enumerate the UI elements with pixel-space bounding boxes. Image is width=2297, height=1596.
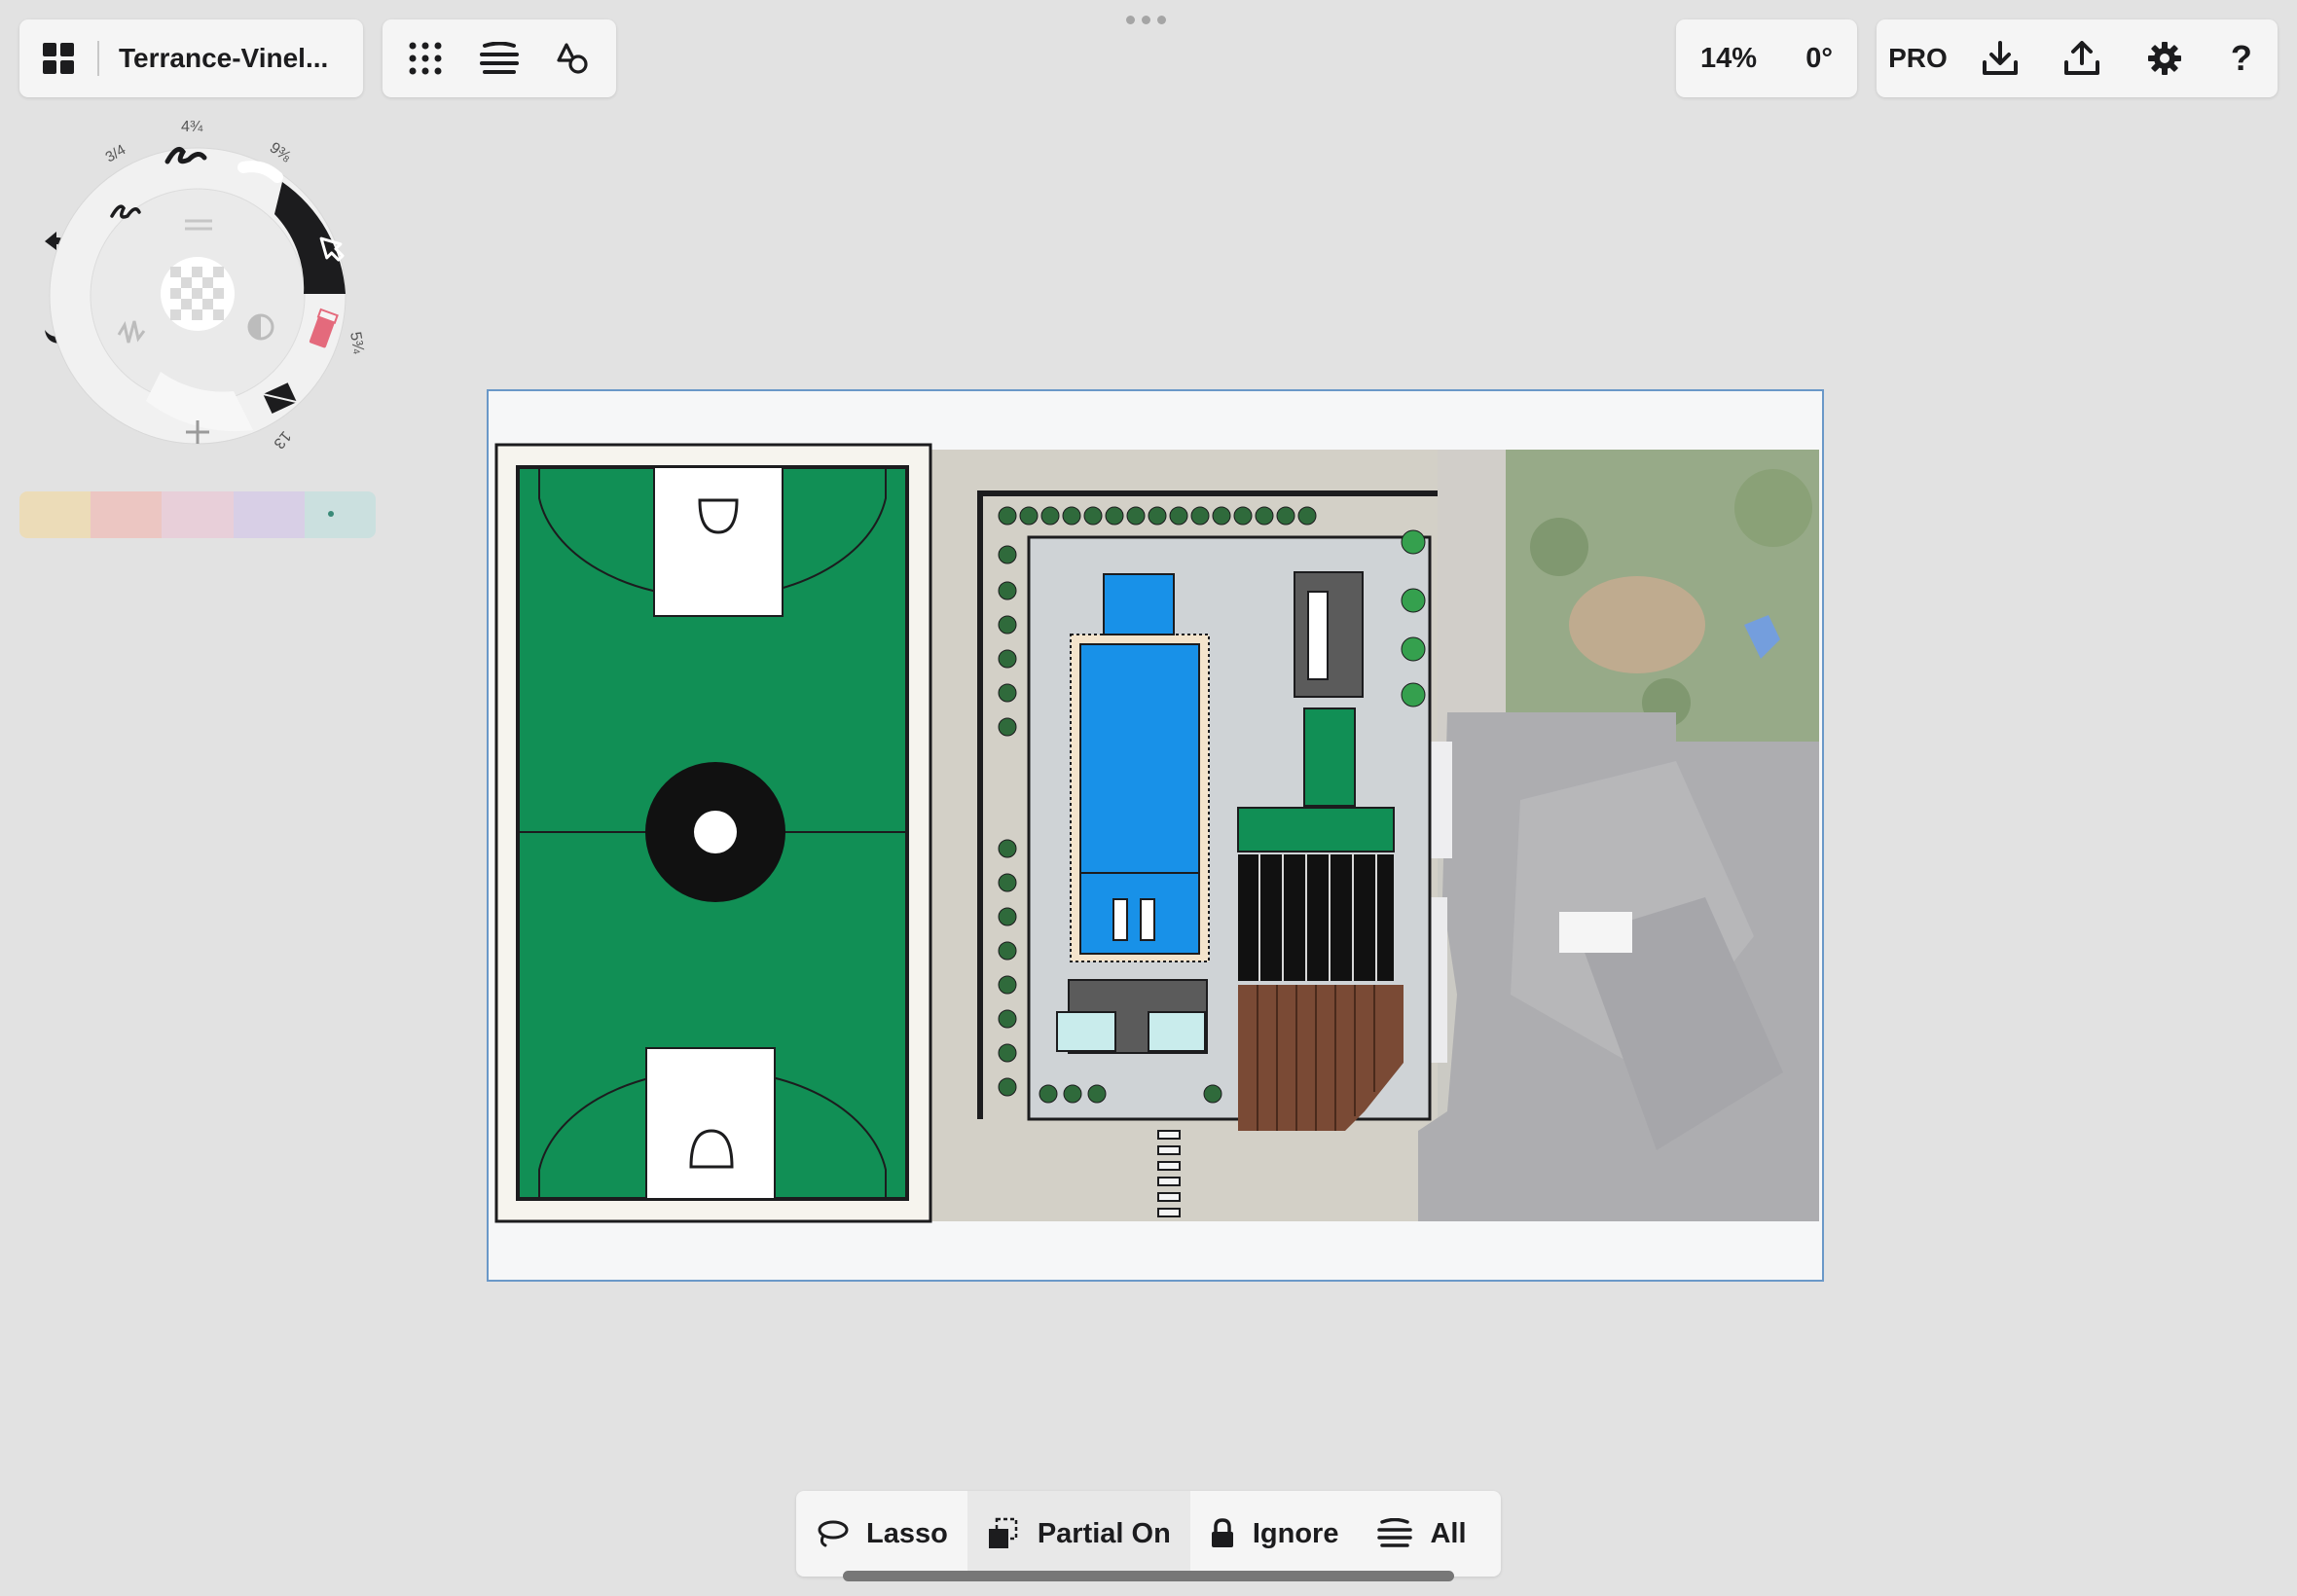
palette-swatch-1[interactable] <box>19 491 91 538</box>
pen-size-label: 3/4 <box>103 141 129 165</box>
title-divider <box>97 41 99 76</box>
active-swatch-dot <box>327 511 334 517</box>
palette-swatch-5[interactable] <box>304 491 376 538</box>
partial-select-icon <box>988 1517 1018 1548</box>
layers-stack-icon <box>1377 1518 1413 1547</box>
palette-swatch-3[interactable] <box>162 491 234 538</box>
actions-panel: PRO ? <box>1877 19 2278 97</box>
shapes-button[interactable] <box>539 24 607 92</box>
eraser-size-label: 5¾ <box>346 331 367 356</box>
palette-swatch-2[interactable] <box>91 491 163 538</box>
ignore-label: Ignore <box>1252 1517 1339 1549</box>
grid-icon <box>43 43 74 74</box>
rotation-angle[interactable]: 0° <box>1805 43 1833 75</box>
fill-size-label: 13 <box>270 427 294 452</box>
document-title[interactable]: Terrance-Vinel... <box>119 43 328 74</box>
zoom-panel: 14% 0° <box>1676 19 1857 97</box>
marker-size-label: 4¾ <box>181 119 203 135</box>
color-palette <box>19 491 376 538</box>
basketball-court[interactable] <box>494 443 932 1223</box>
lasso-label: Lasso <box>866 1517 948 1549</box>
layers-icon <box>480 42 519 74</box>
lasso-icon <box>818 1520 849 1547</box>
zoom-level[interactable]: 14% <box>1700 43 1757 75</box>
partial-on-label: Partial On <box>1037 1517 1171 1549</box>
scroll-indicator[interactable] <box>843 1571 1454 1581</box>
question-mark-icon: ? <box>2230 38 2252 78</box>
ignore-button[interactable]: Ignore <box>1190 1491 1359 1577</box>
tool-wheel: 3/4 4¾ 9⅜ 5¾ 13 <box>49 119 367 452</box>
transparency-swatch[interactable] <box>161 257 235 331</box>
help-button[interactable]: ? <box>2217 24 2266 92</box>
download-icon <box>1983 41 2019 75</box>
layers-button[interactable] <box>465 24 533 92</box>
pool-area[interactable] <box>977 490 1438 1217</box>
dot-grid-icon <box>409 42 442 75</box>
shapes-icon <box>557 43 588 74</box>
lock-icon <box>1211 1518 1233 1547</box>
grid-dots-button[interactable] <box>391 24 459 92</box>
export-button[interactable] <box>2053 24 2111 92</box>
import-button[interactable] <box>1971 24 2029 92</box>
pro-button[interactable]: PRO <box>1888 43 1948 74</box>
brush-size-label: 9⅜ <box>267 139 295 165</box>
selection-mode-bar: Lasso Partial On Ignore All <box>796 1491 1501 1577</box>
palette-swatch-4[interactable] <box>233 491 305 538</box>
document-title-panel: Terrance-Vinel... <box>19 19 363 97</box>
drag-handle[interactable] <box>1126 16 1166 24</box>
settings-button[interactable] <box>2135 24 2194 92</box>
canvas-tools-panel <box>383 19 616 97</box>
site-plan-drawing[interactable] <box>489 391 1822 1280</box>
lasso-button[interactable]: Lasso <box>796 1491 967 1577</box>
share-icon <box>2064 41 2100 75</box>
gallery-button[interactable] <box>19 19 97 97</box>
partial-on-button[interactable]: Partial On <box>966 1491 1190 1577</box>
gear-icon <box>2147 42 2181 75</box>
all-layers-button[interactable]: All <box>1358 1491 1485 1577</box>
artboard[interactable] <box>487 389 1824 1282</box>
all-label: All <box>1430 1517 1467 1549</box>
